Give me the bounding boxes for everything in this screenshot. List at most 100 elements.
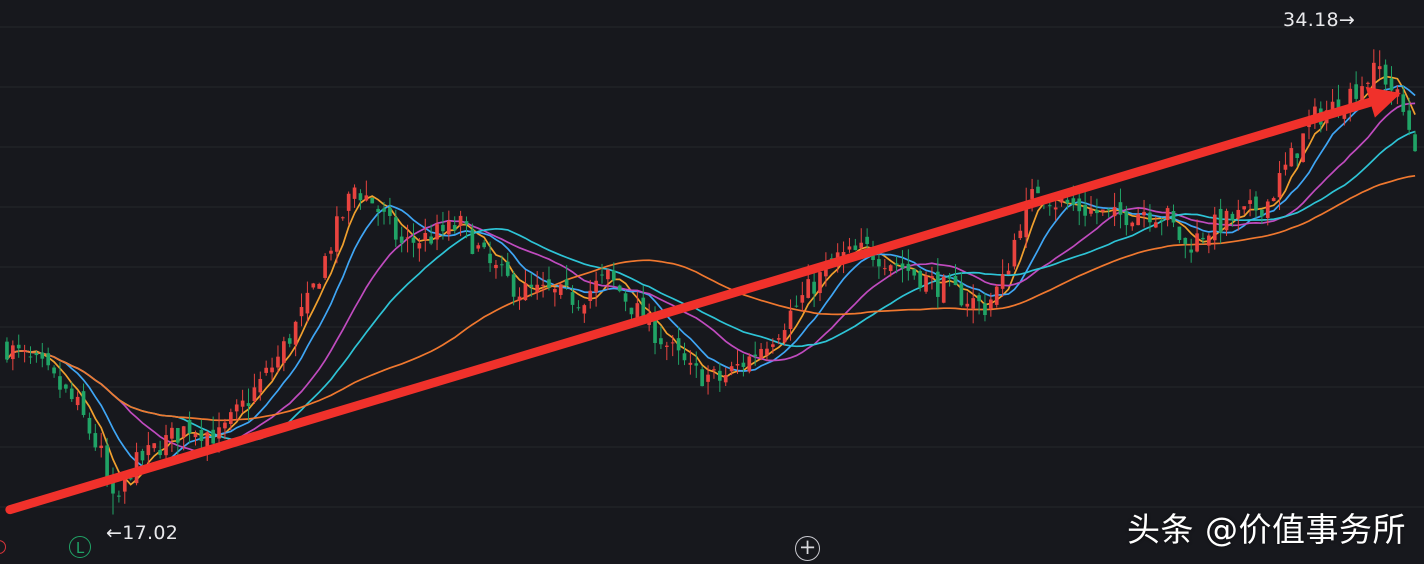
- candle-body: [1171, 211, 1176, 223]
- candle-body: [1142, 211, 1146, 216]
- candle-body: [859, 242, 864, 248]
- candle-body: [670, 342, 675, 344]
- candle-body: [52, 367, 56, 374]
- candle-body: [93, 433, 98, 448]
- low-badge-icon: L: [69, 536, 91, 558]
- candle-body: [399, 236, 404, 243]
- candle-body: [994, 286, 999, 305]
- candle-body: [1112, 207, 1117, 217]
- candle-body: [287, 338, 292, 344]
- candle-body: [1407, 110, 1411, 130]
- candle-body: [1265, 201, 1270, 218]
- candle-body: [158, 449, 162, 456]
- candle-body: [694, 363, 699, 366]
- candle-body: [429, 236, 433, 244]
- candle-body: [1030, 189, 1034, 199]
- candle-body: [629, 307, 634, 315]
- candle-body: [706, 374, 710, 382]
- candle-body: [370, 197, 375, 204]
- candle-body: [1242, 206, 1247, 210]
- candle-body: [1118, 202, 1123, 215]
- candle-body: [258, 378, 263, 393]
- candle-body: [1277, 173, 1282, 198]
- candle-body: [688, 362, 693, 365]
- candle-body: [511, 274, 516, 297]
- candle-body: [282, 341, 286, 364]
- candle-body: [529, 284, 534, 287]
- candle-body: [1383, 64, 1388, 85]
- candle-body: [75, 396, 80, 406]
- candle-body: [335, 216, 339, 252]
- candle-body: [535, 284, 540, 293]
- candle-body: [1183, 237, 1188, 245]
- candle-body: [877, 259, 881, 267]
- candle-body: [676, 338, 681, 351]
- candle-body: [187, 419, 192, 434]
- candle-body: [971, 298, 976, 309]
- candle-body: [276, 356, 280, 368]
- candle-body: [1212, 214, 1217, 241]
- candle-body: [1124, 211, 1129, 226]
- high-price-label: 34.18→: [1283, 9, 1356, 31]
- candle-body: [146, 445, 151, 456]
- candle-body: [1283, 164, 1288, 170]
- candle-body: [5, 341, 9, 360]
- candle-body: [1224, 210, 1229, 231]
- candle-body: [906, 263, 911, 271]
- candle-body: [1018, 230, 1023, 239]
- candle-body: [924, 275, 928, 292]
- candle-body: [482, 242, 487, 248]
- candle-body: [1130, 222, 1135, 227]
- candle-body: [1236, 209, 1241, 219]
- candle-body: [417, 243, 422, 249]
- candle-body: [617, 285, 622, 292]
- candle-body: [1195, 233, 1199, 252]
- candle-body: [818, 272, 822, 294]
- candle-body: [888, 265, 893, 272]
- candle-body: [105, 445, 109, 477]
- ma10-line: [6, 85, 1416, 469]
- candle-body: [452, 225, 457, 231]
- candle-body: [564, 279, 569, 286]
- candle-body: [234, 404, 239, 412]
- candle-body: [547, 279, 551, 288]
- candle-body: [558, 284, 563, 295]
- candle-body: [217, 427, 221, 439]
- candle-body: [600, 274, 604, 276]
- candle-body: [765, 348, 769, 355]
- candlestick-chart: [0, 26, 1424, 515]
- candle-body: [1095, 210, 1099, 214]
- candle-body: [588, 290, 593, 301]
- candle-body: [735, 364, 740, 366]
- zoom-in-button[interactable]: +: [795, 536, 820, 561]
- candle-body: [1012, 239, 1017, 267]
- candle-body: [99, 445, 104, 449]
- candle-body: [441, 224, 445, 232]
- candle-body: [682, 353, 687, 361]
- candle-body: [812, 281, 816, 294]
- candle-body: [500, 264, 504, 266]
- candle-body: [623, 293, 628, 302]
- candle-body: [965, 303, 970, 307]
- candle-body: [700, 369, 704, 387]
- candle-body: [199, 430, 204, 442]
- candle-body: [1218, 208, 1223, 233]
- candle-body: [1083, 204, 1087, 216]
- candle-body: [488, 253, 492, 264]
- candle-body: [1366, 82, 1370, 84]
- candle-body: [935, 271, 940, 297]
- candle-body: [299, 307, 304, 317]
- candle-body: [117, 495, 121, 497]
- candle-body: [723, 375, 728, 383]
- candle-body: [494, 264, 498, 269]
- candle-body: [1248, 200, 1252, 204]
- candle-body: [1136, 214, 1140, 226]
- candle-body: [1413, 134, 1417, 152]
- candle-body: [977, 295, 981, 302]
- candle-body: [87, 417, 92, 434]
- candle-body: [753, 354, 758, 357]
- candle-body: [34, 352, 39, 356]
- candle-body: [1071, 198, 1076, 205]
- candle-body: [806, 279, 811, 298]
- candle-body: [918, 270, 922, 288]
